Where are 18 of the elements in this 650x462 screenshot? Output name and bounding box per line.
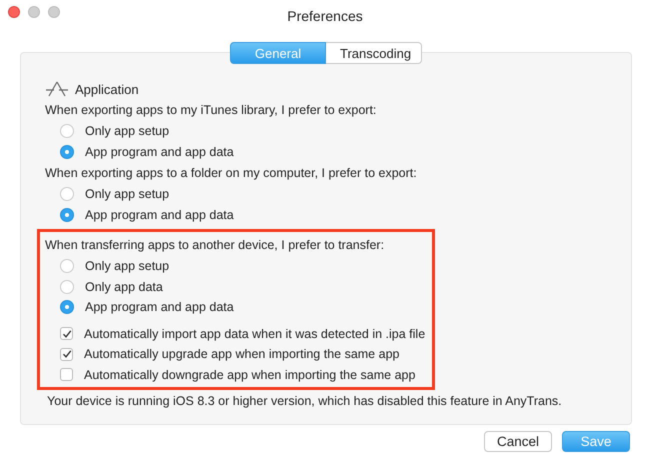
option-label: Only app setup [85, 187, 170, 202]
section-title: Application [75, 82, 139, 96]
option-label: App program and app data [85, 300, 234, 314]
option-label: Automatically import app data when it was detected in .ipa file [84, 326, 426, 341]
option-label: Automatically upgrade app when importing the same app [84, 347, 400, 362]
cancel-button[interactable]: Cancel [484, 431, 552, 452]
note-text: Your device is running iOS 8.3 or higher version, which has disabled this feature in AnyTrans. [47, 394, 563, 408]
option-label: App program and app data [85, 208, 234, 222]
tab[interactable]: Transcoding [326, 42, 422, 64]
question-text: When transferring apps to another device, I prefer to transfer: [45, 237, 384, 254]
window-title: Preferences [287, 8, 363, 24]
option-label: App program and app data [85, 144, 234, 159]
question-text: When exporting apps to my iTunes library, I prefer to export: [45, 102, 376, 119]
option-label: Only app setup [85, 124, 170, 138]
question-text: When exporting apps to a folder on my computer, I prefer to export: [45, 165, 417, 182]
option-label: Only app data [85, 280, 163, 294]
option-label: Only app setup [85, 259, 170, 274]
option-label: Automatically downgrade app when importing the same app [84, 368, 416, 382]
